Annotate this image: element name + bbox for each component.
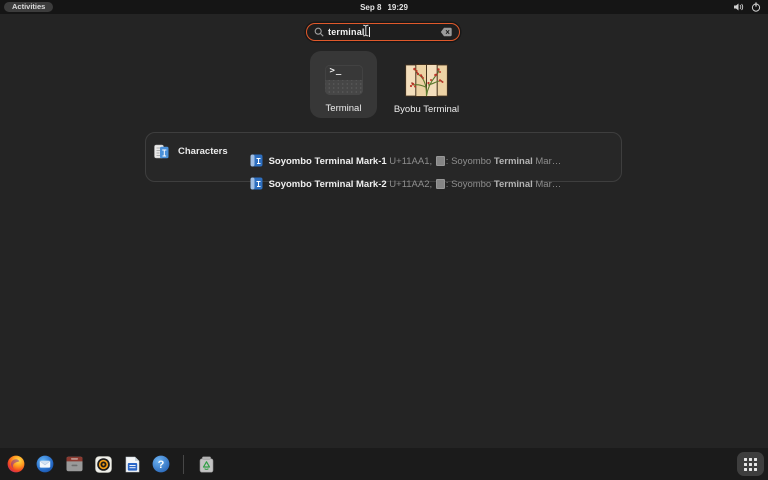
dock-item-thunderbird[interactable] bbox=[36, 455, 54, 473]
dock-item-help[interactable]: ? bbox=[152, 455, 170, 473]
terminal-app-icon: >_ bbox=[325, 65, 363, 95]
characters-app-icon bbox=[154, 144, 169, 159]
character-glyph-icon bbox=[250, 177, 263, 190]
files-icon bbox=[66, 456, 83, 472]
dock-item-files[interactable] bbox=[65, 455, 83, 473]
clock-time: 19:29 bbox=[387, 3, 407, 12]
volume-icon bbox=[733, 2, 744, 12]
system-status-area[interactable] bbox=[733, 2, 761, 12]
dock: ? bbox=[0, 448, 768, 480]
dock-item-rhythmbox[interactable] bbox=[94, 455, 112, 473]
characters-results-panel: Characters Soyombo Terminal Mark-1 U+11A… bbox=[145, 132, 622, 182]
firefox-icon bbox=[7, 455, 25, 473]
character-desc: : Soyombo bbox=[446, 179, 494, 190]
character-result-row[interactable]: Soyombo Terminal Mark-1 U+11AA1, : Soyom… bbox=[239, 141, 561, 154]
trash-icon bbox=[199, 456, 214, 473]
svg-text:?: ? bbox=[158, 459, 165, 471]
dock-item-firefox[interactable] bbox=[7, 455, 25, 473]
search-icon bbox=[314, 27, 324, 37]
app-result-terminal[interactable]: >_ Terminal bbox=[310, 51, 377, 118]
terminal-prompt-glyph: >_ bbox=[330, 66, 343, 76]
character-name: Soyombo Terminal Mark-2 bbox=[269, 179, 387, 190]
thunderbird-icon bbox=[36, 455, 54, 473]
provider-label: Characters bbox=[178, 146, 228, 157]
help-icon: ? bbox=[152, 455, 170, 473]
libreoffice-writer-icon bbox=[124, 456, 140, 473]
power-icon bbox=[751, 2, 761, 12]
missing-glyph-box bbox=[436, 179, 445, 189]
characters-provider-button[interactable]: Characters bbox=[154, 144, 228, 159]
clock-date: Sep 8 bbox=[360, 3, 381, 12]
activities-button[interactable]: Activities bbox=[4, 2, 53, 12]
dock-item-trash[interactable] bbox=[197, 455, 215, 473]
dock-separator bbox=[183, 455, 184, 474]
app-result-byobu-terminal[interactable]: Byobu Terminal bbox=[393, 51, 460, 118]
search-query-text: terminal bbox=[328, 27, 365, 37]
rhythmbox-icon bbox=[95, 456, 112, 473]
search-input[interactable]: terminal bbox=[306, 23, 460, 41]
character-desc-ellipsis: Mar… bbox=[533, 179, 562, 190]
top-bar: Activities Sep 8 19:29 bbox=[0, 0, 768, 14]
clear-search-icon[interactable] bbox=[440, 27, 452, 37]
dock-item-libreoffice-writer[interactable] bbox=[123, 455, 141, 473]
app-label: Terminal bbox=[326, 103, 362, 114]
character-result-row[interactable]: Soyombo Terminal Mark-2 U+11AA2, : Soyom… bbox=[239, 164, 561, 177]
mouse-ibeam-cursor bbox=[362, 24, 370, 37]
app-label: Byobu Terminal bbox=[394, 104, 459, 115]
clock-button[interactable]: Sep 8 19:29 bbox=[360, 3, 408, 12]
show-applications-button[interactable] bbox=[737, 452, 764, 476]
byobu-terminal-app-icon bbox=[405, 64, 448, 97]
character-desc-match: Terminal bbox=[494, 179, 533, 190]
character-codepoint: U+11AA2, bbox=[387, 179, 435, 190]
